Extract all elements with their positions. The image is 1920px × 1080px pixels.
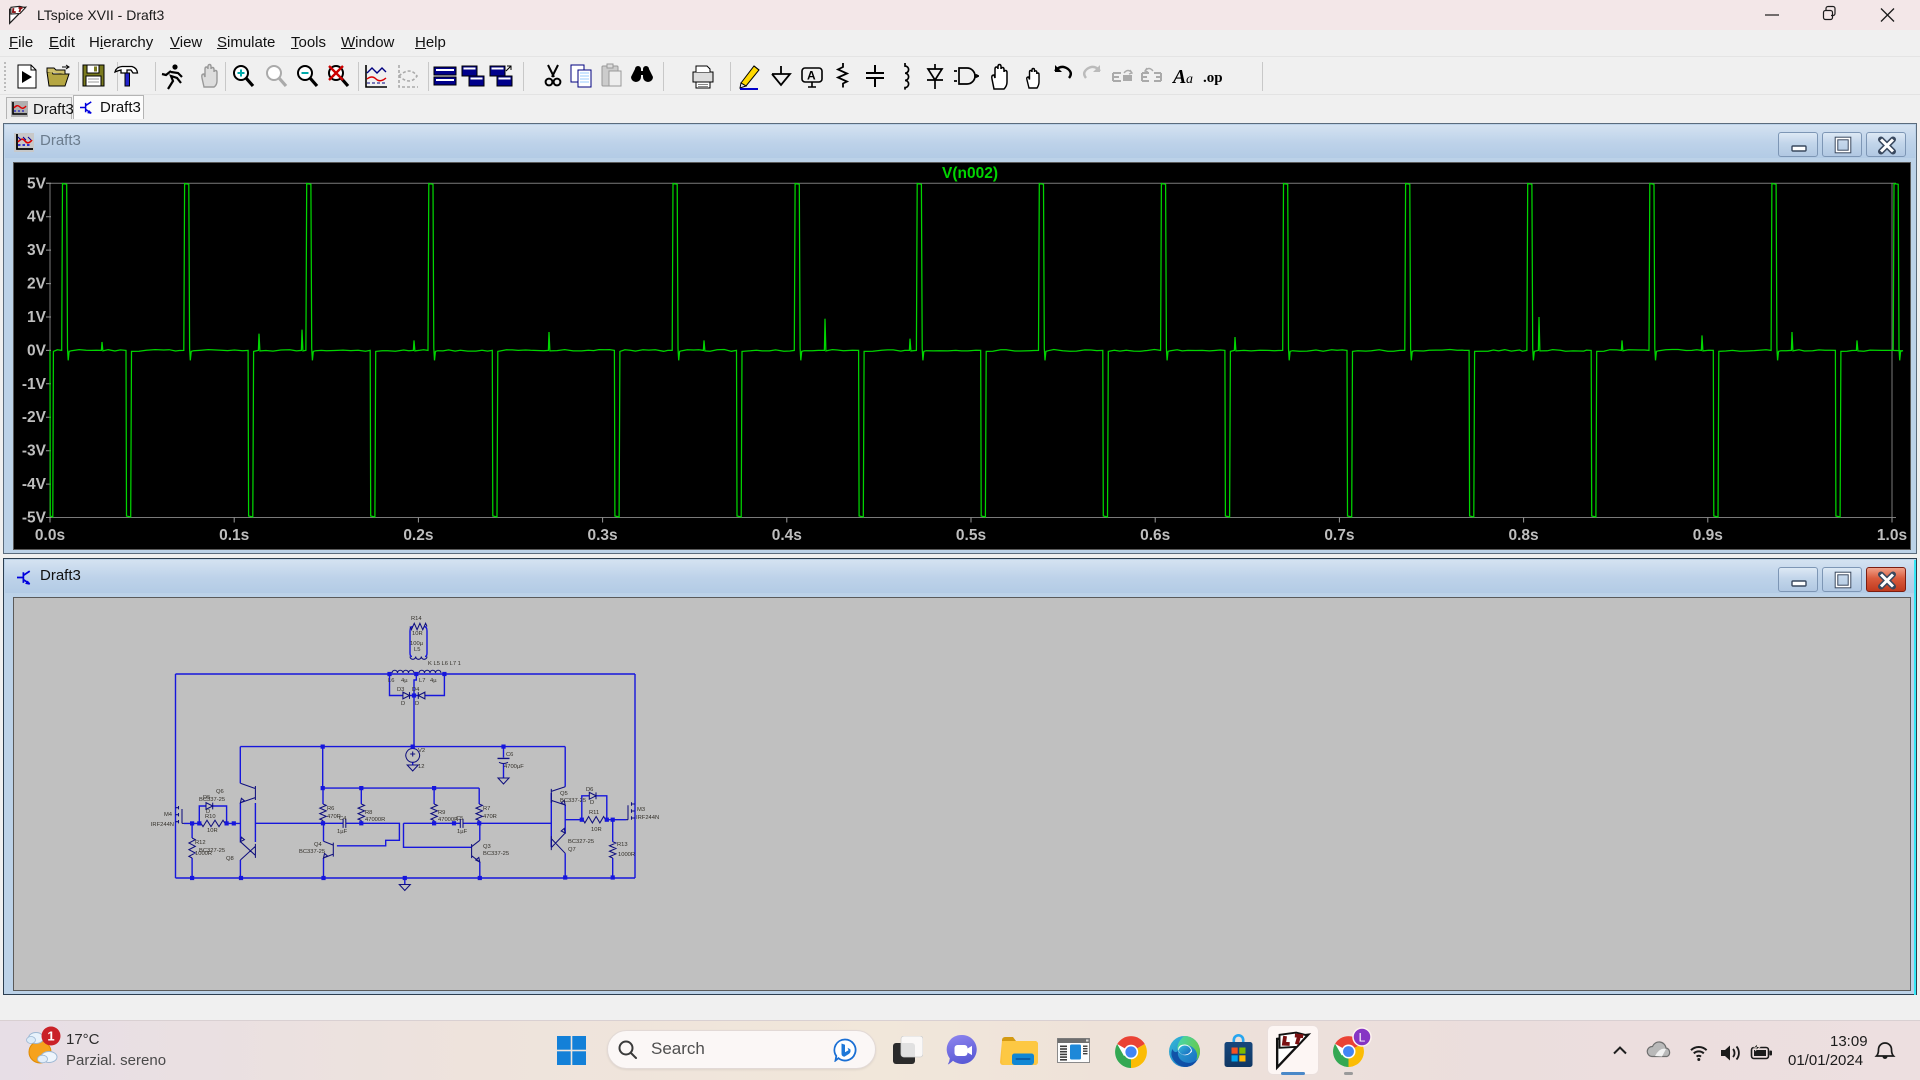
svg-text:R6: R6 — [327, 806, 334, 812]
svg-text:V(n002): V(n002) — [942, 165, 998, 182]
svg-text:0.1s: 0.1s — [219, 527, 249, 544]
svg-text:A: A — [1172, 66, 1186, 88]
svg-text:470R: 470R — [483, 814, 497, 820]
svg-text:0.5s: 0.5s — [956, 527, 986, 544]
svg-text:R13: R13 — [617, 842, 628, 848]
svg-text:D3: D3 — [397, 687, 404, 693]
svg-text:R9: R9 — [438, 810, 445, 816]
svg-text:0.0s: 0.0s — [35, 527, 65, 544]
svg-text:10R: 10R — [412, 631, 423, 637]
svg-text:IRF244N: IRF244N — [151, 822, 174, 828]
svg-text:0.6s: 0.6s — [1140, 527, 1170, 544]
svg-text:C6: C6 — [506, 752, 513, 758]
svg-text:IRF244N: IRF244N — [636, 815, 659, 821]
svg-text:M4: M4 — [164, 812, 173, 818]
svg-text:1.0s: 1.0s — [1877, 527, 1907, 544]
svg-text:Q4: Q4 — [314, 842, 323, 848]
svg-text:R7: R7 — [483, 806, 490, 812]
svg-text:V2: V2 — [418, 748, 425, 754]
svg-text:12: 12 — [418, 764, 424, 770]
svg-text:0.4s: 0.4s — [772, 527, 802, 544]
svg-text:D: D — [401, 701, 405, 707]
svg-text:Q6: Q6 — [216, 789, 224, 795]
svg-text:-5V: -5V — [22, 510, 47, 527]
svg-text:R10: R10 — [205, 814, 216, 820]
svg-text:C5: C5 — [456, 816, 463, 822]
svg-text:D4: D4 — [412, 687, 420, 693]
svg-text:1µF: 1µF — [337, 829, 348, 835]
svg-text:3V: 3V — [27, 242, 47, 259]
svg-text:-3V: -3V — [22, 443, 47, 460]
svg-text:4µ: 4µ — [430, 678, 437, 684]
svg-text:D: D — [590, 800, 594, 806]
svg-text:10R: 10R — [591, 827, 602, 833]
svg-text:5V: 5V — [27, 175, 47, 192]
svg-text:-2V: -2V — [22, 409, 47, 426]
svg-text:L5: L5 — [414, 647, 420, 653]
svg-text:47000R: 47000R — [365, 817, 385, 823]
svg-text:4700µF: 4700µF — [504, 764, 524, 770]
svg-text:K L5 L6 L7 1: K L5 L6 L7 1 — [428, 661, 461, 667]
svg-text:L6: L6 — [388, 678, 394, 684]
svg-text:a: a — [1186, 72, 1193, 87]
svg-text:BC337-25: BC337-25 — [560, 798, 586, 804]
svg-text:BC327-25: BC327-25 — [568, 839, 594, 845]
svg-text:1: 1 — [47, 1029, 54, 1044]
svg-text:R14: R14 — [411, 616, 422, 622]
svg-text:0.7s: 0.7s — [1324, 527, 1354, 544]
svg-text:R11: R11 — [589, 810, 599, 816]
svg-text:0.3s: 0.3s — [588, 527, 618, 544]
svg-text:A: A — [807, 69, 816, 83]
svg-text:0V: 0V — [27, 342, 47, 359]
svg-text:M3: M3 — [637, 807, 645, 813]
svg-text:Q5: Q5 — [560, 791, 568, 797]
svg-text:4V: 4V — [27, 209, 47, 226]
svg-text:D: D — [415, 701, 419, 707]
svg-text:-1V: -1V — [22, 376, 47, 393]
svg-text:BC337-25: BC337-25 — [483, 851, 509, 857]
svg-text:Q3: Q3 — [483, 844, 491, 850]
svg-text:D6: D6 — [586, 787, 593, 793]
svg-text:0.9s: 0.9s — [1693, 527, 1723, 544]
svg-text:R8: R8 — [365, 810, 372, 816]
svg-text:0.2s: 0.2s — [403, 527, 433, 544]
svg-text:BC337-25: BC337-25 — [299, 849, 325, 855]
svg-text:1000R: 1000R — [618, 852, 635, 858]
svg-text:D5: D5 — [203, 795, 210, 801]
svg-text:.op: .op — [1203, 70, 1223, 86]
svg-text:C4: C4 — [339, 816, 347, 822]
svg-text:0.8s: 0.8s — [1509, 527, 1539, 544]
svg-text:1µF: 1µF — [457, 829, 468, 835]
svg-text:Q7: Q7 — [568, 847, 576, 853]
svg-text:10R: 10R — [207, 828, 218, 834]
svg-text:2V: 2V — [27, 276, 47, 293]
svg-text:R12: R12 — [195, 840, 206, 846]
svg-text:1000R: 1000R — [195, 851, 212, 857]
svg-text:-4V: -4V — [22, 476, 47, 493]
svg-text:1V: 1V — [27, 309, 47, 326]
svg-text:L7: L7 — [419, 678, 425, 684]
svg-text:L: L — [1359, 1031, 1366, 1045]
svg-text:Q8: Q8 — [226, 856, 234, 862]
svg-text:4µ: 4µ — [401, 678, 408, 684]
